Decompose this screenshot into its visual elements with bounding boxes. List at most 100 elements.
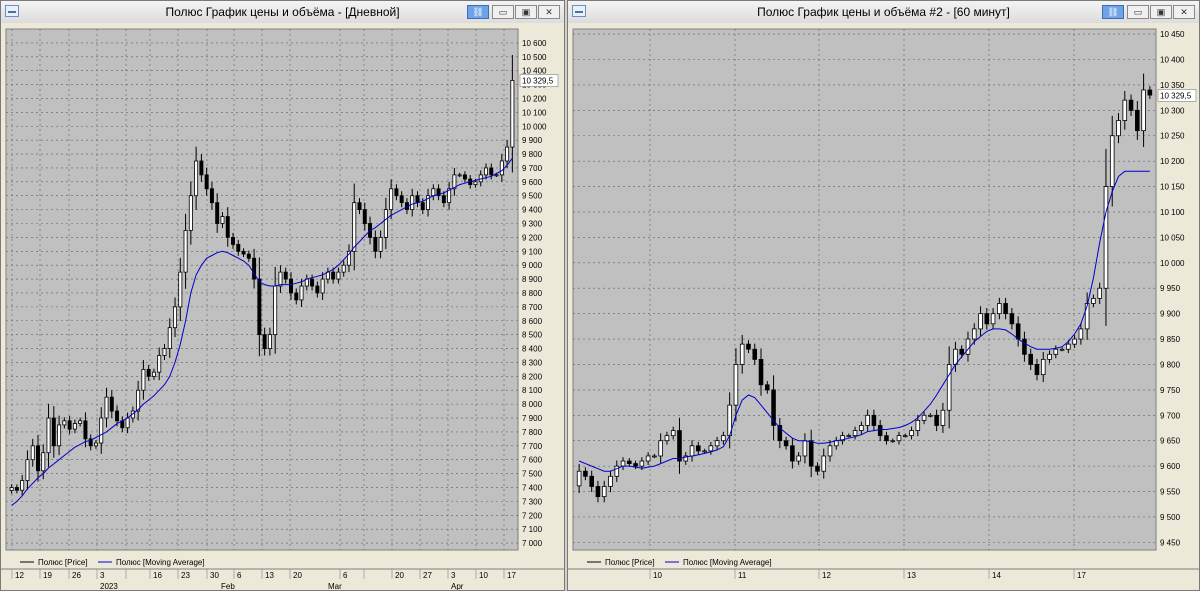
candle <box>1059 348 1065 351</box>
price-chart-hourly[interactable]: 10 450 10 400 10 350 10 300 10 250 10 200 10 1… <box>568 23 1199 590</box>
candle <box>1022 338 1027 355</box>
y-tick-label: 7 600 <box>522 456 543 465</box>
candle <box>167 327 172 349</box>
candle <box>639 460 645 467</box>
candle <box>890 440 896 443</box>
candle <box>746 343 751 350</box>
candle <box>20 480 25 491</box>
candle <box>620 460 626 467</box>
candle <box>231 236 235 245</box>
candle <box>1109 135 1115 187</box>
x-tick-label: 11 <box>738 571 747 580</box>
y-tick-label: 7 500 <box>522 470 543 479</box>
candle <box>601 486 607 498</box>
candle <box>802 440 808 457</box>
candle <box>1135 109 1140 132</box>
y-tick-label: 8 400 <box>522 345 543 354</box>
x-tick-label: 12 <box>822 571 831 580</box>
candle <box>1078 328 1084 340</box>
candle <box>315 285 320 294</box>
maximize-button[interactable]: ▣ <box>515 5 537 19</box>
window-titlebar[interactable]: Полюс График цены и объёма #2 - [60 мину… <box>568 1 1199 24</box>
candle <box>714 440 720 447</box>
candle <box>67 420 72 430</box>
maximize-button[interactable]: ▣ <box>1150 5 1172 19</box>
minimize-button[interactable]: ▭ <box>492 5 514 19</box>
candle <box>115 410 120 422</box>
candle <box>505 146 510 162</box>
candle <box>162 348 167 356</box>
candle <box>320 278 325 294</box>
candle <box>99 417 104 444</box>
window-titlebar[interactable]: Полюс График цены и объёма - [Дневной] ⛓… <box>1 1 564 24</box>
x-tick-label: 6 <box>343 571 348 580</box>
candle <box>93 442 98 447</box>
candle <box>1003 303 1008 315</box>
y-tick-label: 7 100 <box>522 525 543 534</box>
candle <box>457 174 462 177</box>
candle <box>484 167 488 176</box>
candle <box>215 202 220 224</box>
candle <box>499 160 504 176</box>
candle <box>589 475 594 487</box>
candle <box>57 424 62 447</box>
y-tick-label: 9 950 <box>1160 284 1181 293</box>
y-tick-label: 7 000 <box>522 539 543 548</box>
plot-area[interactable] <box>572 28 1157 551</box>
candle <box>151 371 156 377</box>
candle <box>257 278 262 336</box>
candle <box>299 285 304 301</box>
candle <box>921 414 927 421</box>
candle <box>815 465 820 472</box>
candle <box>790 445 795 462</box>
candle <box>633 463 638 467</box>
x-tick-label: 14 <box>992 571 1001 580</box>
candle <box>689 445 695 457</box>
candle <box>341 264 346 273</box>
y-tick-label: 9 800 <box>1160 360 1181 369</box>
y-tick-label: 8 300 <box>522 358 543 367</box>
close-button[interactable]: ✕ <box>1173 5 1195 19</box>
close-button[interactable]: ✕ <box>538 5 560 19</box>
candle <box>62 420 67 426</box>
x-tick-label: 13 <box>907 571 916 580</box>
candle <box>441 195 446 204</box>
candle <box>25 459 30 481</box>
y-tick-label: 9 750 <box>1160 386 1181 395</box>
x-period-label: Mar <box>328 582 342 590</box>
candle <box>352 202 357 252</box>
candle <box>51 417 56 447</box>
price-chart-daily[interactable]: 10 60010 50010 40010 30010 20010 10010 0… <box>1 23 564 590</box>
link-icon[interactable]: ⛓ <box>467 5 489 19</box>
y-tick-label: 10 100 <box>1160 208 1185 217</box>
candle <box>199 160 204 176</box>
candle <box>658 440 663 457</box>
candle <box>783 440 789 447</box>
candle <box>394 188 399 197</box>
candle <box>141 368 146 391</box>
candle <box>871 414 877 426</box>
x-tick-label: 23 <box>181 571 190 580</box>
candle <box>934 414 939 426</box>
y-tick-label: 10 200 <box>1160 157 1185 166</box>
candle <box>846 435 852 438</box>
candle <box>267 334 272 349</box>
candle <box>940 409 946 426</box>
candle <box>965 338 971 355</box>
y-tick-label: 9 300 <box>522 220 543 229</box>
x-tick-label: 16 <box>153 571 162 580</box>
candle <box>664 435 670 442</box>
minimize-button[interactable]: ▭ <box>1127 5 1149 19</box>
y-tick-label: 9 800 <box>522 150 543 159</box>
legend-ma-label: Полюс [Moving Average] <box>683 558 772 567</box>
candle <box>30 445 35 461</box>
y-tick-label: 10 050 <box>1160 233 1185 242</box>
candle <box>489 167 494 176</box>
candle <box>796 455 801 462</box>
y-tick-label: 10 100 <box>522 108 547 117</box>
candle <box>289 278 293 294</box>
candle <box>765 384 770 391</box>
candle <box>1066 343 1071 350</box>
candle <box>72 423 77 430</box>
link-icon[interactable]: ⛓ <box>1102 5 1124 19</box>
